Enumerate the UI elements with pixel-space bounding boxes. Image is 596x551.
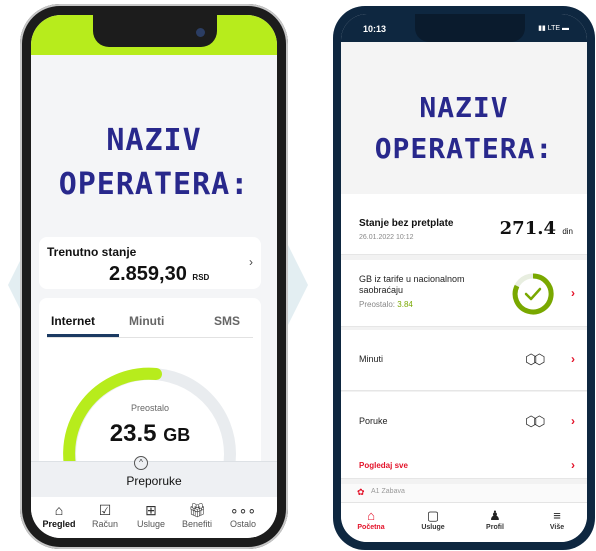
balance-value: 2.859,30 <box>109 263 187 285</box>
chevron-right-icon[interactable]: › <box>571 458 575 472</box>
nav-item-profil[interactable]: ♟ Profil <box>473 508 517 531</box>
left-phone-screen: NAZIV OPERATERA: Trenutno stanje 2.859,3… <box>31 15 277 538</box>
right-phone-screen: 10:13 ▮▮ LTE ▬ NAZIV OPERATERA: Stanje b… <box>341 14 587 542</box>
chevron-right-icon[interactable]: › <box>571 352 575 366</box>
remaining-label: Preostalo: <box>359 300 396 309</box>
promo-row[interactable]: ✿ A1 Zabava <box>341 484 587 502</box>
operator-title: NAZIV OPERATERA: <box>341 88 587 169</box>
remaining-data: 23.5 GB <box>39 420 261 448</box>
minutes-row[interactable]: Minuti ⬡⬡ › <box>341 330 587 391</box>
see-all-row[interactable]: Pogledaj sve › <box>341 452 587 479</box>
balance-date: 26.01.2022 10:12 <box>359 234 414 241</box>
messages-row[interactable]: Poruke ⬡⬡ › <box>341 392 587 453</box>
nav-label: Profil <box>486 524 504 531</box>
infinity-icon: ⬡⬡ <box>525 413 546 429</box>
home-icon: ⌂ <box>367 508 375 523</box>
grid-icon: ⊞ <box>145 502 157 518</box>
nav-item-racun[interactable]: ☑ Račun <box>83 501 127 529</box>
balance-currency: RSD <box>192 273 210 282</box>
operator-title: NAZIV OPERATERA: <box>31 119 277 206</box>
balance-row[interactable]: Stanje bez pretplate 26.01.2022 10:12 27… <box>341 206 587 255</box>
gift-icon: 🎁︎ <box>188 502 206 518</box>
status-time: 10:13 <box>363 24 387 34</box>
chevron-up-icon[interactable]: ^ <box>134 456 148 470</box>
bottom-navigation: ⌂ Pregled ☑ Račun ⊞ Usluge 🎁︎ Benefiti ∘… <box>31 497 277 538</box>
infinity-icon: ⬡⬡ <box>525 351 546 367</box>
status-network: ▮▮ LTE ▬ <box>538 25 569 32</box>
chevron-right-icon[interactable]: › <box>571 414 575 428</box>
chevron-right-icon[interactable]: › <box>571 286 575 300</box>
balance-label: Trenutno stanje <box>47 245 137 259</box>
tab-internet[interactable]: Internet <box>51 314 95 328</box>
remaining-label: Preostalo <box>130 403 170 413</box>
recommendations-drawer[interactable]: ^ Preporuke <box>31 456 277 498</box>
nav-item-benefiti[interactable]: 🎁︎ Benefiti <box>175 501 219 529</box>
nav-label: Usluge <box>136 519 165 529</box>
menu-icon: ≡ <box>553 508 561 523</box>
nav-item-pocetna[interactable]: ⌂ Početna <box>349 508 393 531</box>
data-package-title: GB iz tarife u nacionalnom saobraćaju <box>359 274 465 295</box>
balance-value: 271.4 <box>499 218 557 239</box>
balance-card[interactable]: Trenutno stanje 2.859,30 RSD › <box>39 237 261 289</box>
messages-label: Poruke <box>359 416 388 426</box>
nav-label: Ostalo <box>229 519 256 529</box>
balance-title: Stanje bez pretplate <box>359 218 454 229</box>
balance-amount: 2.859,30 RSD <box>109 263 209 286</box>
network-type: LTE <box>547 25 561 32</box>
tab-divider <box>47 337 253 338</box>
home-icon: ⌂ <box>54 502 64 518</box>
remaining-amount: 23.5 <box>109 420 157 447</box>
more-icon: ∘∘∘ <box>229 502 257 518</box>
services-icon: ▢ <box>426 508 440 523</box>
recommendations-label: Preporuke <box>126 474 182 488</box>
nav-item-ostalo[interactable]: ∘∘∘ Ostalo <box>221 501 265 529</box>
tab-minuti[interactable]: Minuti <box>129 314 164 328</box>
minutes-label: Minuti <box>359 354 384 364</box>
nav-item-usluge[interactable]: ▢ Usluge <box>411 508 455 531</box>
chevron-right-icon[interactable]: › <box>249 255 253 269</box>
see-all-link[interactable]: Pogledaj sve <box>359 461 408 470</box>
data-package-remaining: Preostalo: 3.84 <box>359 300 413 309</box>
nav-label: Početna <box>357 524 385 531</box>
bill-icon: ☑ <box>98 502 112 518</box>
right-phone-frame: 10:13 ▮▮ LTE ▬ NAZIV OPERATERA: Stanje b… <box>333 6 595 550</box>
operator-title-line1: NAZIV <box>106 123 202 158</box>
operator-title-line2: OPERATERA: <box>374 131 554 165</box>
camera-icon <box>196 28 205 37</box>
bottom-navigation: ⌂ Početna ▢ Usluge ♟ Profil ≡ Više <box>341 502 587 542</box>
nav-item-vise[interactable]: ≡ Više <box>535 508 579 531</box>
promo-label: A1 Zabava <box>371 488 405 495</box>
operator-title-line2: OPERATERA: <box>58 166 250 202</box>
remaining-unit: GB <box>163 425 191 445</box>
nav-label: Račun <box>91 519 118 529</box>
data-package-row[interactable]: GB iz tarife u nacionalnom saobraćaju Pr… <box>341 260 587 327</box>
left-phone-frame: NAZIV OPERATERA: Trenutno stanje 2.859,3… <box>20 4 288 549</box>
balance-amount: 271.4 din <box>500 218 573 239</box>
nav-label: Više <box>549 524 565 531</box>
data-check-ring <box>512 273 554 315</box>
phone-notch <box>415 14 525 42</box>
nav-label: Usluge <box>421 524 445 531</box>
profile-icon: ♟ <box>489 508 501 523</box>
nav-item-usluge[interactable]: ⊞ Usluge <box>129 501 173 529</box>
nav-item-pregled[interactable]: ⌂ Pregled <box>37 501 81 529</box>
nav-label: Benefiti <box>181 519 213 529</box>
tab-sms[interactable]: SMS <box>214 314 240 328</box>
operator-title-line1: NAZIV <box>419 91 509 124</box>
a1-logo-icon: ✿ <box>357 487 365 497</box>
balance-unit: din <box>562 227 573 236</box>
nav-label: Pregled <box>42 519 76 529</box>
remaining-value: 3.84 <box>397 300 413 309</box>
